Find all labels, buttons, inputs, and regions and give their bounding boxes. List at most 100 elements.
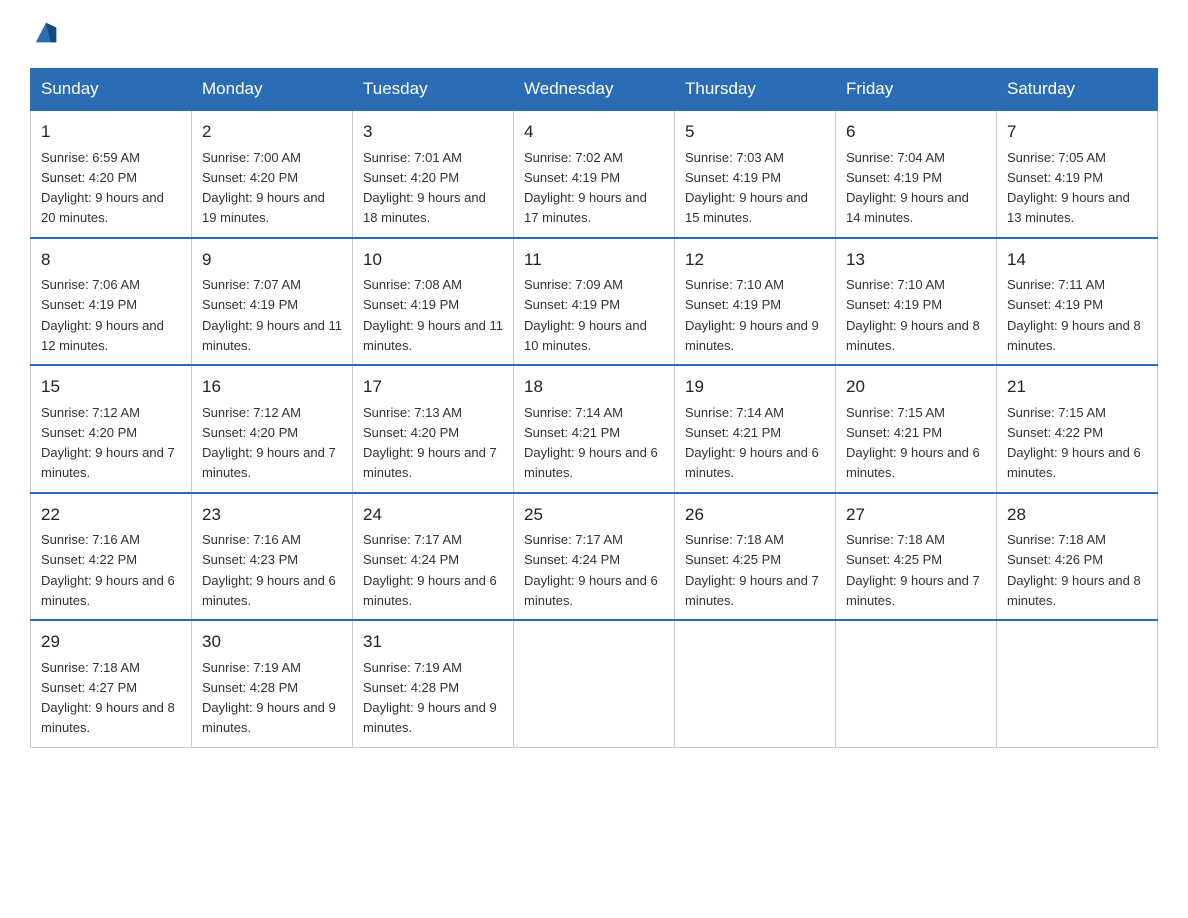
day-info: Sunrise: 7:08 AMSunset: 4:19 PMDaylight:… xyxy=(363,277,503,353)
calendar-cell: 30 Sunrise: 7:19 AMSunset: 4:28 PMDaylig… xyxy=(192,620,353,747)
calendar-cell: 18 Sunrise: 7:14 AMSunset: 4:21 PMDaylig… xyxy=(514,365,675,493)
calendar-cell xyxy=(836,620,997,747)
day-info: Sunrise: 7:09 AMSunset: 4:19 PMDaylight:… xyxy=(524,277,647,353)
day-info: Sunrise: 7:18 AMSunset: 4:25 PMDaylight:… xyxy=(685,532,819,608)
calendar-cell: 31 Sunrise: 7:19 AMSunset: 4:28 PMDaylig… xyxy=(353,620,514,747)
calendar-cell: 2 Sunrise: 7:00 AMSunset: 4:20 PMDayligh… xyxy=(192,110,353,238)
day-number: 8 xyxy=(41,247,181,273)
calendar-cell: 6 Sunrise: 7:04 AMSunset: 4:19 PMDayligh… xyxy=(836,110,997,238)
day-number: 9 xyxy=(202,247,342,273)
day-info: Sunrise: 7:05 AMSunset: 4:19 PMDaylight:… xyxy=(1007,150,1130,226)
week-row-1: 1 Sunrise: 6:59 AMSunset: 4:20 PMDayligh… xyxy=(31,110,1158,238)
day-info: Sunrise: 7:12 AMSunset: 4:20 PMDaylight:… xyxy=(202,405,336,481)
calendar-cell: 15 Sunrise: 7:12 AMSunset: 4:20 PMDaylig… xyxy=(31,365,192,493)
day-number: 2 xyxy=(202,119,342,145)
day-header-tuesday: Tuesday xyxy=(353,69,514,111)
day-info: Sunrise: 7:13 AMSunset: 4:20 PMDaylight:… xyxy=(363,405,497,481)
day-number: 14 xyxy=(1007,247,1147,273)
calendar-cell: 10 Sunrise: 7:08 AMSunset: 4:19 PMDaylig… xyxy=(353,238,514,366)
day-number: 19 xyxy=(685,374,825,400)
page-container: SundayMondayTuesdayWednesdayThursdayFrid… xyxy=(30,20,1158,748)
day-number: 25 xyxy=(524,502,664,528)
calendar-cell: 4 Sunrise: 7:02 AMSunset: 4:19 PMDayligh… xyxy=(514,110,675,238)
calendar-cell: 22 Sunrise: 7:16 AMSunset: 4:22 PMDaylig… xyxy=(31,493,192,621)
day-info: Sunrise: 7:16 AMSunset: 4:22 PMDaylight:… xyxy=(41,532,175,608)
day-info: Sunrise: 7:02 AMSunset: 4:19 PMDaylight:… xyxy=(524,150,647,226)
calendar-cell: 14 Sunrise: 7:11 AMSunset: 4:19 PMDaylig… xyxy=(997,238,1158,366)
logo xyxy=(30,20,60,48)
calendar-cell: 8 Sunrise: 7:06 AMSunset: 4:19 PMDayligh… xyxy=(31,238,192,366)
week-row-2: 8 Sunrise: 7:06 AMSunset: 4:19 PMDayligh… xyxy=(31,238,1158,366)
day-header-monday: Monday xyxy=(192,69,353,111)
calendar-cell: 16 Sunrise: 7:12 AMSunset: 4:20 PMDaylig… xyxy=(192,365,353,493)
calendar-cell: 20 Sunrise: 7:15 AMSunset: 4:21 PMDaylig… xyxy=(836,365,997,493)
day-number: 10 xyxy=(363,247,503,273)
day-info: Sunrise: 7:18 AMSunset: 4:27 PMDaylight:… xyxy=(41,660,175,736)
day-info: Sunrise: 7:07 AMSunset: 4:19 PMDaylight:… xyxy=(202,277,342,353)
week-row-3: 15 Sunrise: 7:12 AMSunset: 4:20 PMDaylig… xyxy=(31,365,1158,493)
day-number: 28 xyxy=(1007,502,1147,528)
day-number: 23 xyxy=(202,502,342,528)
calendar-cell: 27 Sunrise: 7:18 AMSunset: 4:25 PMDaylig… xyxy=(836,493,997,621)
day-number: 11 xyxy=(524,247,664,273)
calendar-cell xyxy=(514,620,675,747)
day-number: 15 xyxy=(41,374,181,400)
day-number: 5 xyxy=(685,119,825,145)
day-number: 21 xyxy=(1007,374,1147,400)
calendar-cell: 28 Sunrise: 7:18 AMSunset: 4:26 PMDaylig… xyxy=(997,493,1158,621)
day-info: Sunrise: 7:10 AMSunset: 4:19 PMDaylight:… xyxy=(846,277,980,353)
calendar-cell: 19 Sunrise: 7:14 AMSunset: 4:21 PMDaylig… xyxy=(675,365,836,493)
day-header-friday: Friday xyxy=(836,69,997,111)
day-info: Sunrise: 7:19 AMSunset: 4:28 PMDaylight:… xyxy=(363,660,497,736)
day-info: Sunrise: 7:11 AMSunset: 4:19 PMDaylight:… xyxy=(1007,277,1141,353)
week-row-5: 29 Sunrise: 7:18 AMSunset: 4:27 PMDaylig… xyxy=(31,620,1158,747)
day-info: Sunrise: 7:16 AMSunset: 4:23 PMDaylight:… xyxy=(202,532,336,608)
day-number: 17 xyxy=(363,374,503,400)
calendar-cell xyxy=(997,620,1158,747)
day-info: Sunrise: 7:14 AMSunset: 4:21 PMDaylight:… xyxy=(524,405,658,481)
day-info: Sunrise: 7:06 AMSunset: 4:19 PMDaylight:… xyxy=(41,277,164,353)
day-info: Sunrise: 7:18 AMSunset: 4:26 PMDaylight:… xyxy=(1007,532,1141,608)
logo-icon xyxy=(32,20,60,48)
day-number: 3 xyxy=(363,119,503,145)
day-number: 26 xyxy=(685,502,825,528)
day-number: 24 xyxy=(363,502,503,528)
day-info: Sunrise: 7:00 AMSunset: 4:20 PMDaylight:… xyxy=(202,150,325,226)
calendar-cell: 29 Sunrise: 7:18 AMSunset: 4:27 PMDaylig… xyxy=(31,620,192,747)
day-header-sunday: Sunday xyxy=(31,69,192,111)
calendar-cell: 7 Sunrise: 7:05 AMSunset: 4:19 PMDayligh… xyxy=(997,110,1158,238)
day-info: Sunrise: 7:19 AMSunset: 4:28 PMDaylight:… xyxy=(202,660,336,736)
calendar-cell: 13 Sunrise: 7:10 AMSunset: 4:19 PMDaylig… xyxy=(836,238,997,366)
calendar-table: SundayMondayTuesdayWednesdayThursdayFrid… xyxy=(30,68,1158,748)
day-number: 6 xyxy=(846,119,986,145)
day-header-saturday: Saturday xyxy=(997,69,1158,111)
calendar-cell: 3 Sunrise: 7:01 AMSunset: 4:20 PMDayligh… xyxy=(353,110,514,238)
day-number: 18 xyxy=(524,374,664,400)
day-info: Sunrise: 7:03 AMSunset: 4:19 PMDaylight:… xyxy=(685,150,808,226)
header xyxy=(30,20,1158,48)
day-number: 16 xyxy=(202,374,342,400)
day-info: Sunrise: 7:04 AMSunset: 4:19 PMDaylight:… xyxy=(846,150,969,226)
day-info: Sunrise: 7:01 AMSunset: 4:20 PMDaylight:… xyxy=(363,150,486,226)
day-header-wednesday: Wednesday xyxy=(514,69,675,111)
calendar-cell: 1 Sunrise: 6:59 AMSunset: 4:20 PMDayligh… xyxy=(31,110,192,238)
day-info: Sunrise: 7:14 AMSunset: 4:21 PMDaylight:… xyxy=(685,405,819,481)
day-number: 22 xyxy=(41,502,181,528)
day-number: 30 xyxy=(202,629,342,655)
calendar-cell: 26 Sunrise: 7:18 AMSunset: 4:25 PMDaylig… xyxy=(675,493,836,621)
calendar-cell: 17 Sunrise: 7:13 AMSunset: 4:20 PMDaylig… xyxy=(353,365,514,493)
week-row-4: 22 Sunrise: 7:16 AMSunset: 4:22 PMDaylig… xyxy=(31,493,1158,621)
calendar-cell: 11 Sunrise: 7:09 AMSunset: 4:19 PMDaylig… xyxy=(514,238,675,366)
day-info: Sunrise: 7:15 AMSunset: 4:22 PMDaylight:… xyxy=(1007,405,1141,481)
day-number: 29 xyxy=(41,629,181,655)
day-number: 12 xyxy=(685,247,825,273)
calendar-cell: 12 Sunrise: 7:10 AMSunset: 4:19 PMDaylig… xyxy=(675,238,836,366)
day-info: Sunrise: 7:17 AMSunset: 4:24 PMDaylight:… xyxy=(524,532,658,608)
day-header-thursday: Thursday xyxy=(675,69,836,111)
day-info: Sunrise: 7:15 AMSunset: 4:21 PMDaylight:… xyxy=(846,405,980,481)
logo-text xyxy=(30,20,60,48)
header-row: SundayMondayTuesdayWednesdayThursdayFrid… xyxy=(31,69,1158,111)
day-number: 1 xyxy=(41,119,181,145)
calendar-cell: 25 Sunrise: 7:17 AMSunset: 4:24 PMDaylig… xyxy=(514,493,675,621)
day-number: 27 xyxy=(846,502,986,528)
